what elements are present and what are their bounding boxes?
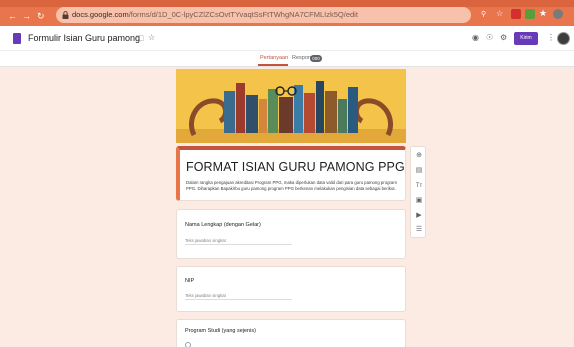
import-questions-icon[interactable]: ▤ bbox=[414, 166, 424, 176]
add-video-icon[interactable]: ▶ bbox=[414, 211, 424, 221]
extension-icon[interactable] bbox=[511, 9, 521, 19]
add-section-icon[interactable]: ☰ bbox=[414, 225, 424, 235]
folder-icon[interactable]: 🗀 bbox=[136, 33, 144, 47]
books-illustration bbox=[176, 81, 406, 143]
question-label: Program Studi (yang sejenis) bbox=[185, 328, 256, 334]
avatar[interactable] bbox=[557, 32, 570, 45]
address-bar[interactable]: docs.google.com/forms/d/1D_0C-lpyCZlZCsO… bbox=[56, 7, 471, 23]
palette-icon[interactable]: ◉ bbox=[472, 33, 479, 42]
form-description[interactable]: Dalam rangka pengajuan akreditasi Progra… bbox=[186, 180, 401, 192]
preview-eye-icon[interactable]: ☉ bbox=[486, 33, 493, 42]
send-button[interactable]: Kirim bbox=[514, 32, 538, 45]
question-card[interactable]: Nama Lengkap (dengan Gelar) Teks jawaban… bbox=[176, 209, 406, 259]
lock-icon bbox=[62, 11, 69, 19]
form-title[interactable]: FORMAT ISIAN GURU PAMONG PPG bbox=[186, 160, 405, 174]
zoom-icon[interactable]: ⚲ bbox=[481, 10, 486, 18]
active-tab-indicator bbox=[258, 64, 288, 66]
more-options-icon[interactable]: ⋮ bbox=[547, 33, 555, 42]
forms-logo-icon[interactable] bbox=[13, 33, 21, 44]
tab-questions[interactable]: Pertanyaan bbox=[260, 55, 288, 61]
short-answer-input[interactable]: Teks jawaban singkat bbox=[185, 291, 292, 300]
short-answer-input[interactable]: Teks jawaban singkat bbox=[185, 236, 292, 245]
settings-gear-icon[interactable]: ⚙ bbox=[500, 33, 507, 42]
forward-icon[interactable]: → bbox=[22, 11, 31, 21]
question-card[interactable]: NIP Teks jawaban singkat bbox=[176, 266, 406, 312]
add-image-icon[interactable]: ▣ bbox=[414, 196, 424, 206]
tab-strip bbox=[0, 0, 574, 7]
add-question-icon[interactable]: ⊕ bbox=[414, 151, 424, 161]
form-title-card: FORMAT ISIAN GURU PAMONG PPG Dalam rangk… bbox=[176, 146, 406, 201]
question-toolbar: ⊕ ▤ Tт ▣ ▶ ☰ bbox=[410, 146, 426, 238]
radio-option[interactable] bbox=[185, 342, 191, 347]
back-icon[interactable]: ← bbox=[8, 11, 17, 21]
profile-icon[interactable] bbox=[553, 9, 563, 19]
extension-icon[interactable] bbox=[525, 9, 535, 19]
question-label: Nama Lengkap (dengan Gelar) bbox=[185, 222, 261, 228]
forms-header: Formulir Isian Guru pamong 🗀 ☆ ◉ ☉ ⚙ Kir… bbox=[0, 26, 574, 51]
star-icon[interactable]: ☆ bbox=[148, 33, 155, 42]
extensions-puzzle-icon[interactable]: ★ bbox=[539, 8, 547, 19]
question-label: NIP bbox=[185, 278, 195, 284]
document-title[interactable]: Formulir Isian Guru pamong bbox=[28, 33, 140, 43]
add-title-icon[interactable]: Tт bbox=[414, 181, 424, 191]
url-text: docs.google.com/forms/d/1D_0C-lpyCZlZCsO… bbox=[72, 10, 358, 19]
bookmark-star-icon[interactable]: ☆ bbox=[496, 9, 503, 18]
form-tabs: Pertanyaan Respons 000 bbox=[0, 51, 574, 67]
header-image bbox=[176, 69, 406, 143]
responses-count-badge: 000 bbox=[310, 55, 322, 62]
browser-toolbar: ← → ↻ docs.google.com/forms/d/1D_0C-lpyC… bbox=[0, 0, 574, 26]
question-card[interactable]: Program Studi (yang sejenis) bbox=[176, 319, 406, 347]
reload-icon[interactable]: ↻ bbox=[37, 11, 45, 22]
